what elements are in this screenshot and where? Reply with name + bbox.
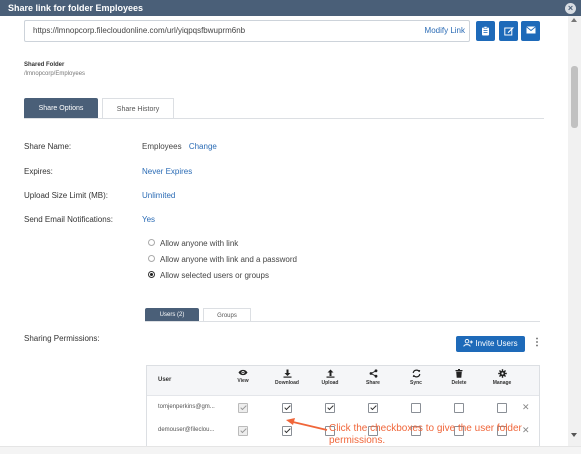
edit-link-button[interactable] [499, 21, 518, 41]
sync-icon [412, 369, 420, 378]
column-header-label: Share [366, 380, 380, 386]
email-notifications-value-link[interactable]: Yes [142, 215, 155, 224]
dialog-body: https://lmnopcorp.filecloudonline.com/ur… [0, 16, 568, 446]
invite-users-button[interactable]: Invite Users [456, 336, 525, 352]
access-option-label: Allow anyone with link [160, 239, 239, 248]
modify-link-button[interactable]: Modify Link [425, 21, 465, 41]
share-icon [369, 369, 377, 378]
share-name-value: Employees [142, 142, 182, 151]
column-header-label: View [237, 378, 249, 384]
column-header-label: Delete [451, 380, 467, 386]
shared-folder-label: Shared Folder [24, 62, 65, 68]
access-option-selected-users[interactable]: Allow selected users or groups [148, 271, 269, 282]
column-header-share: Share [353, 369, 393, 386]
dialog-title-bar: Share link for folder Employees × [0, 0, 581, 16]
column-header-view: View [223, 369, 263, 384]
radio-anyone[interactable] [148, 239, 155, 247]
share-url-text: https://lmnopcorp.filecloudonline.com/ur… [33, 26, 246, 35]
column-header-delete: Delete [439, 369, 479, 386]
close-icon[interactable]: × [565, 3, 576, 14]
gear-icon [497, 369, 507, 378]
share-name-label: Share Name: [24, 142, 72, 151]
eye-icon [238, 369, 248, 376]
expires-value-link[interactable]: Never Expires [142, 167, 192, 176]
dialog-title: Share link for folder Employees [8, 3, 144, 13]
column-header-label: Manage [492, 380, 512, 386]
column-header-user: User [158, 377, 172, 383]
upload-icon [326, 369, 334, 378]
access-option-anyone[interactable]: Allow anyone with link [148, 239, 238, 250]
scroll-down-icon[interactable] [571, 433, 577, 437]
access-option-label: Allow anyone with link and a password [160, 255, 297, 264]
tab-groups[interactable]: Groups [203, 308, 251, 322]
invite-users-label: Invite Users [475, 339, 518, 348]
tab-share-options[interactable]: Share Options [24, 98, 98, 119]
add-user-icon [463, 338, 474, 347]
upload-size-label: Upload Size Limit (MB): [24, 191, 109, 200]
access-option-password[interactable]: Allow anyone with link and a password [148, 255, 297, 266]
edit-icon [503, 27, 514, 36]
scrollbar-thumb[interactable] [571, 66, 578, 128]
tab-users[interactable]: Users (2) [145, 308, 199, 322]
vertical-scrollbar[interactable] [568, 16, 581, 446]
scroll-up-icon[interactable] [571, 18, 577, 22]
annotation-callout: Click the checkboxes to give the user fo… [329, 423, 522, 446]
tab-share-history[interactable]: Share History [102, 98, 174, 119]
access-option-label: Allow selected users or groups [160, 271, 269, 280]
clipboard-icon [482, 26, 489, 36]
manage-checkbox[interactable] [497, 403, 507, 413]
column-header-download: Download [267, 369, 307, 386]
email-notifications-label: Send Email Notifications: [24, 215, 113, 224]
radio-selected-users[interactable] [148, 271, 155, 279]
user-email: tomjenperkins@gm... [158, 404, 215, 410]
copy-link-button[interactable] [476, 21, 495, 41]
mail-icon [525, 26, 536, 34]
more-options-icon[interactable]: ⋮ [532, 337, 542, 348]
download-icon [283, 369, 291, 378]
sharing-permissions-label: Sharing Permissions: [24, 334, 100, 343]
annotation-arrow-icon [286, 418, 328, 431]
delete-checkbox[interactable] [454, 403, 464, 413]
subtab-divider [145, 321, 540, 322]
user-email: demouser@fileclou... [158, 427, 215, 433]
change-share-name-link[interactable]: Change [189, 142, 217, 151]
sync-checkbox[interactable] [411, 403, 421, 413]
view-checkbox [238, 403, 248, 413]
column-header-manage: Manage [482, 369, 522, 386]
column-header-label: Download [275, 380, 299, 386]
share-url-field[interactable]: https://lmnopcorp.filecloudonline.com/ur… [24, 20, 470, 42]
permissions-table-header: User View Download Upload Share Sync Del… [147, 366, 539, 396]
remove-user-icon[interactable]: ✕ [522, 402, 530, 413]
column-header-upload: Upload [310, 369, 350, 386]
column-header-label: Upload [321, 380, 339, 386]
tab-divider [24, 118, 544, 119]
expires-label: Expires: [24, 167, 53, 176]
share-name-value-group: Employees Change [142, 142, 217, 151]
radio-password[interactable] [148, 255, 155, 263]
view-checkbox [238, 426, 248, 436]
table-row: tomjenperkins@gm... ✕ [147, 397, 539, 420]
dialog-footer [0, 446, 581, 454]
email-link-button[interactable] [521, 21, 540, 41]
column-header-sync: Sync [396, 369, 436, 386]
column-header-label: Sync [410, 380, 422, 386]
share-checkbox[interactable] [368, 403, 378, 413]
trash-icon [455, 369, 463, 378]
upload-size-value-link[interactable]: Unlimited [142, 191, 175, 200]
shared-folder-path: /lmnopcorp/Employees [24, 71, 86, 77]
